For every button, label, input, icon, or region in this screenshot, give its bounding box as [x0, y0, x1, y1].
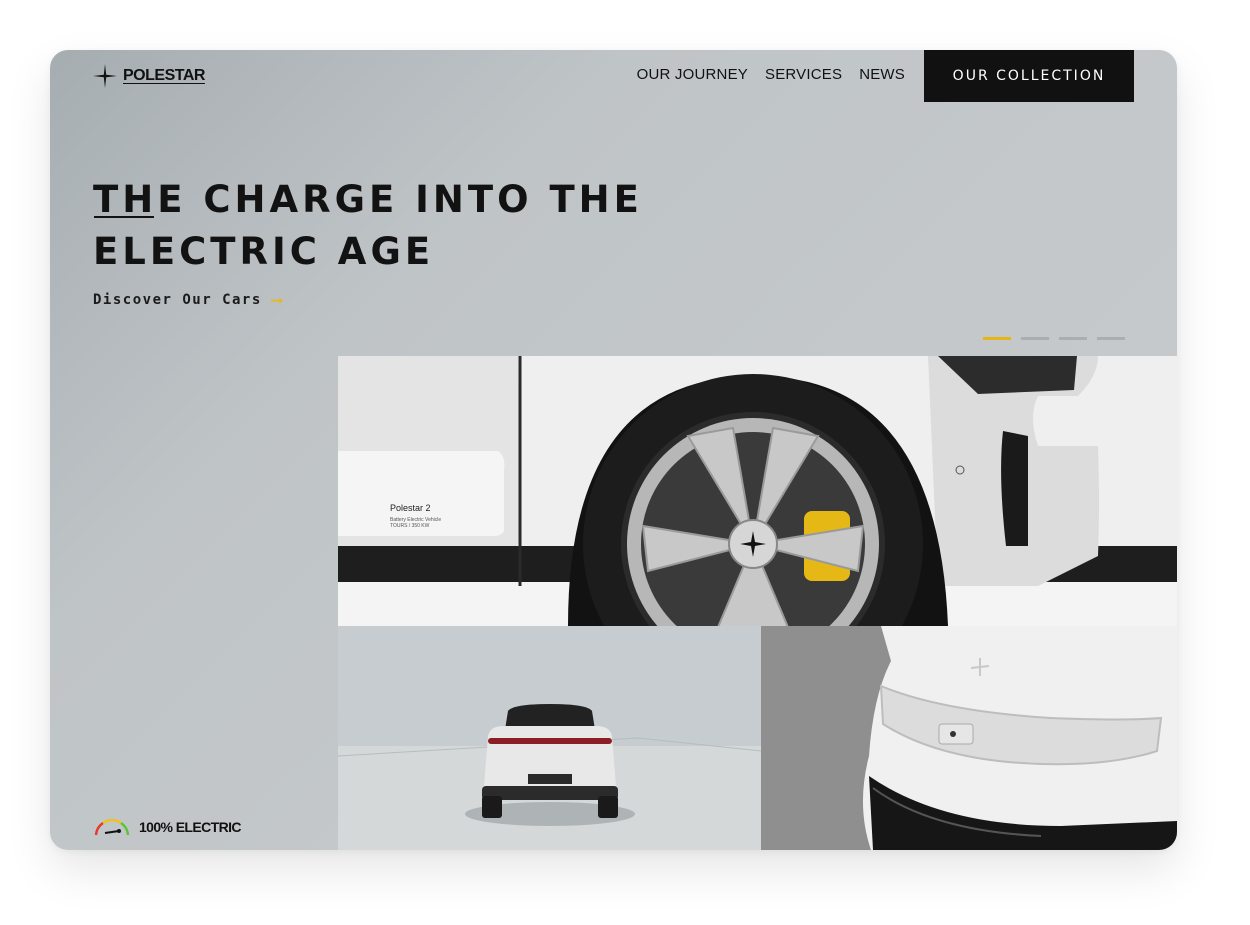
rear-car-illustration	[338, 626, 761, 850]
carousel-dot-3[interactable]	[1059, 337, 1087, 340]
nav-item-services[interactable]: SERVICES	[765, 66, 842, 83]
discover-label: Discover Our Cars	[93, 291, 262, 308]
gauge-icon	[94, 819, 130, 836]
front-car-illustration	[761, 626, 1177, 850]
main-nav: OUR JOURNEY SERVICES NEWS	[637, 66, 905, 83]
brand-name: POLESTAR	[123, 67, 205, 84]
carousel-indicators	[983, 337, 1125, 340]
car-rear-image	[338, 626, 761, 850]
hero-headline: THE CHARGE INTO THE ELECTRIC AGE	[93, 174, 643, 278]
carousel-dot-1[interactable]	[983, 337, 1011, 340]
arrow-right-icon: ⟶	[271, 290, 283, 309]
sticker-title: Polestar 2	[390, 503, 431, 513]
carousel-dot-2[interactable]	[1021, 337, 1049, 340]
headline-line-1: THE CHARGE INTO THE	[93, 178, 643, 221]
our-collection-button[interactable]: OUR COLLECTION	[924, 50, 1134, 102]
electric-badge: 100% ELECTRIC	[93, 817, 242, 837]
discover-cars-link[interactable]: Discover Our Cars ⟶	[93, 290, 283, 309]
polestar-star-icon	[93, 64, 117, 88]
nav-item-our-journey[interactable]: OUR JOURNEY	[637, 66, 748, 83]
hero-card: POLESTAR OUR JOURNEY SERVICES NEWS OUR C…	[50, 50, 1177, 850]
headline-accent-underline	[94, 216, 154, 218]
nav-item-news[interactable]: NEWS	[859, 66, 905, 83]
car-wheel-image: Polestar 2 Battery Electric Vehicle TOUR…	[338, 356, 1177, 626]
brand-logo[interactable]: POLESTAR	[93, 64, 205, 88]
headline-line-2: ELECTRIC AGE	[93, 230, 435, 273]
wheel-illustration: Polestar 2 Battery Electric Vehicle TOUR…	[338, 356, 1177, 626]
car-front-image	[761, 626, 1177, 850]
electric-label: 100% ELECTRIC	[139, 819, 242, 835]
carousel-dot-4[interactable]	[1097, 337, 1125, 340]
sticker-sub-2: TOURS / 350 KW	[390, 523, 430, 529]
